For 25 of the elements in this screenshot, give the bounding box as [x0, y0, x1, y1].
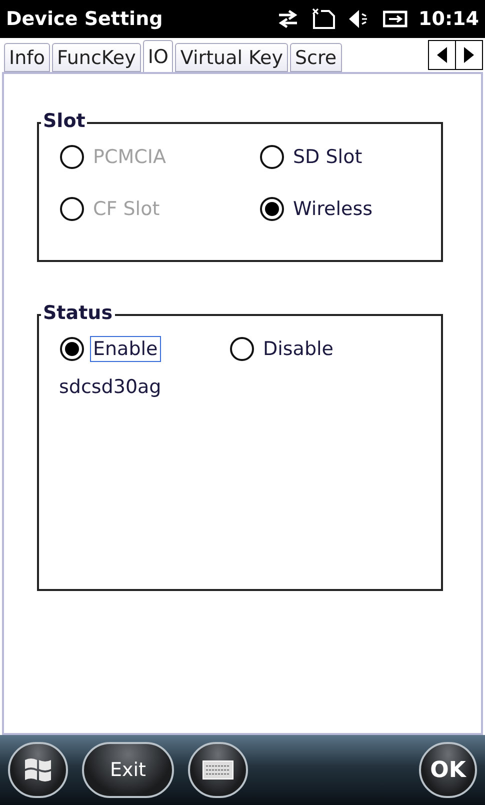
- scroll-right-button[interactable]: [455, 40, 483, 70]
- radio-button[interactable]: [259, 196, 285, 222]
- right-triangle-icon: [464, 47, 474, 63]
- sim-card-icon: [310, 8, 337, 30]
- radio-button[interactable]: [259, 144, 285, 170]
- clock-time: 10:14: [418, 8, 479, 30]
- radio-label[interactable]: SD Slot: [290, 144, 366, 170]
- device-name: sdcsd30ag: [59, 376, 162, 398]
- window-title: Device Setting: [6, 8, 164, 30]
- radio-button[interactable]: [229, 336, 255, 362]
- keyboard-icon: [202, 760, 234, 780]
- radio-button[interactable]: [59, 336, 85, 362]
- radio-label[interactable]: Disable: [260, 336, 336, 362]
- exit-button[interactable]: Exit: [82, 742, 174, 798]
- windows-logo-icon: [23, 756, 53, 784]
- tab[interactable]: FuncKey: [52, 43, 141, 72]
- ok-button[interactable]: OK: [419, 742, 477, 798]
- radio-label[interactable]: Enable: [90, 336, 161, 362]
- tab[interactable]: Scre: [290, 43, 342, 72]
- left-triangle-icon: [437, 47, 447, 63]
- tab[interactable]: IO: [142, 40, 174, 72]
- radio-label[interactable]: Wireless: [290, 196, 376, 222]
- tab[interactable]: Info: [4, 43, 50, 72]
- tab[interactable]: Virtual Key: [175, 43, 288, 72]
- scroll-left-button[interactable]: [428, 40, 456, 70]
